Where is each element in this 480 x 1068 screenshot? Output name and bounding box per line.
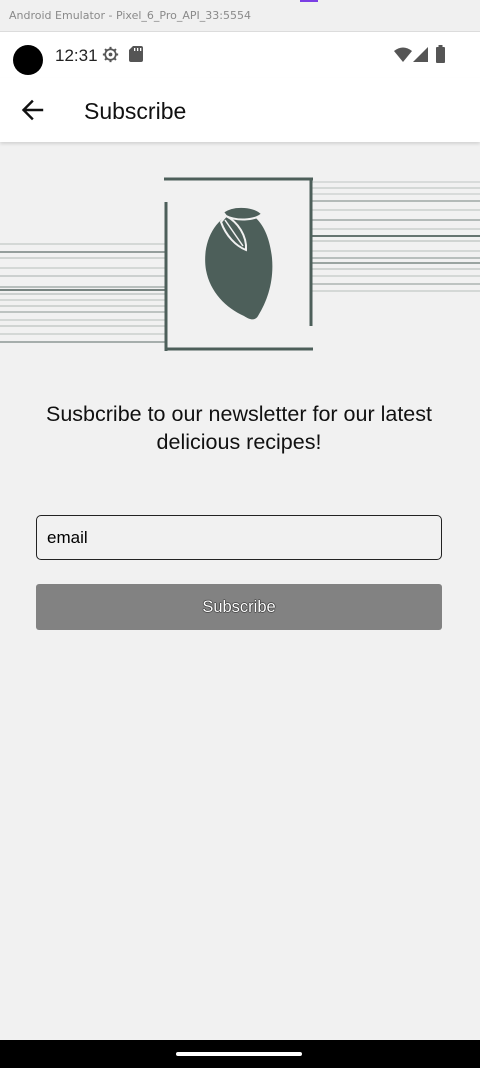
title-accent (300, 0, 318, 2)
subscribe-button[interactable]: Subscribe (36, 584, 442, 630)
battery-icon (436, 45, 445, 63)
arrow-back-icon (21, 99, 44, 121)
gesture-handle[interactable] (176, 1052, 302, 1056)
status-bar: 12:31 (0, 32, 480, 78)
hero-lines-left (0, 243, 166, 343)
sd-card-icon (129, 46, 143, 62)
settings-icon (102, 46, 119, 63)
email-field[interactable] (36, 515, 442, 560)
status-time: 12:31 (55, 46, 98, 65)
page-title: Subscribe (84, 98, 187, 124)
wifi-icon (394, 47, 412, 62)
newsletter-tagline: Susbcribe to our newsletter for our late… (46, 402, 432, 454)
hero-illustration (0, 177, 480, 351)
app-bar: Subscribe (0, 78, 480, 142)
cellular-signal-icon (413, 47, 428, 62)
lemon-icon (205, 206, 273, 320)
emulator-title: Android Emulator - Pixel_6_Pro_API_33:55… (9, 9, 251, 22)
hero-lines-right (312, 181, 480, 292)
navigation-bar (0, 1040, 480, 1068)
emulator-title-bar: Android Emulator - Pixel_6_Pro_API_33:55… (0, 0, 480, 32)
back-button[interactable] (14, 92, 50, 128)
camera-cutout (13, 45, 43, 75)
